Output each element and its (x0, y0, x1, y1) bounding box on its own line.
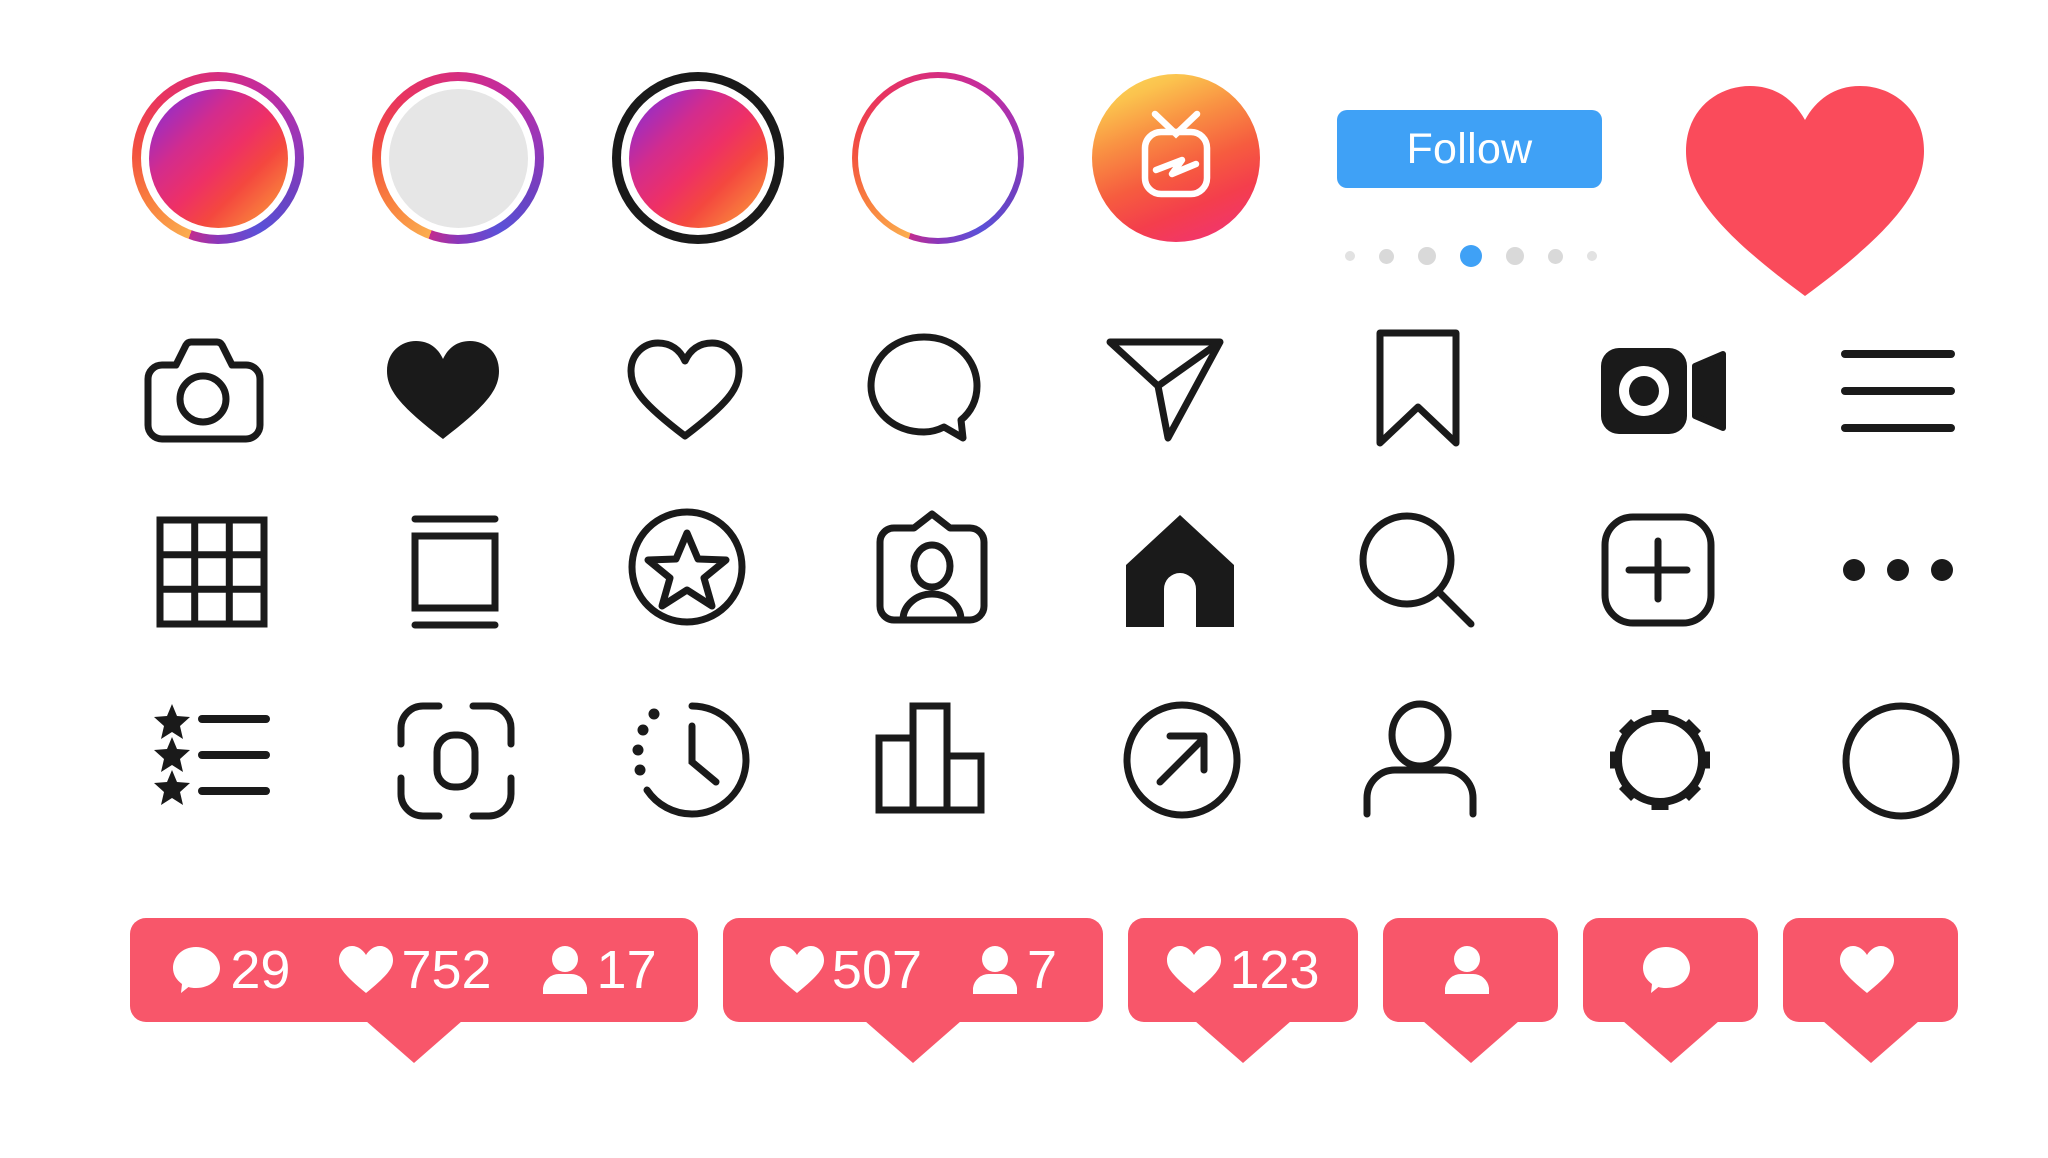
pagination-dot[interactable] (1506, 247, 1524, 265)
badge-group-follower (1442, 944, 1499, 996)
person-icon[interactable] (1358, 700, 1482, 818)
heart-filled-glyph (1686, 86, 1924, 296)
story-ring-gap (621, 81, 775, 235)
story-ring-gap (381, 81, 535, 235)
avatar (388, 88, 528, 228)
pagination-dot[interactable] (1379, 248, 1394, 264)
badge-group-followers: 17 (540, 943, 657, 997)
badge-count: 507 (831, 940, 923, 1000)
story-ring-gap (858, 78, 1018, 238)
video-camera-icon[interactable] (1598, 345, 1728, 437)
pagination-dot-active[interactable] (1460, 245, 1482, 267)
heart-icon (1167, 946, 1222, 993)
pagination-dot[interactable] (1587, 251, 1597, 261)
clock-history-icon[interactable] (630, 698, 754, 822)
person-icon (973, 946, 1018, 994)
story-avatar-seen-black-ring[interactable] (612, 72, 784, 244)
ellipsis-icon[interactable] (1838, 550, 1958, 590)
story-avatar-gradient-unseen[interactable] (132, 72, 304, 244)
pagination-dots[interactable] (1340, 245, 1602, 267)
comment-icon (173, 947, 221, 993)
bookmark-icon[interactable] (1368, 328, 1468, 448)
arrow-circle-icon[interactable] (1120, 698, 1244, 822)
star-list-icon[interactable] (152, 700, 272, 812)
badge-group-followers: 7 (970, 943, 1057, 997)
badge-count: 7 (1027, 940, 1058, 1000)
badge-count: 752 (401, 940, 492, 1000)
badge-tail (1622, 1021, 1719, 1063)
badge-tail (1422, 1021, 1519, 1063)
gear-icon[interactable] (1600, 700, 1720, 820)
comment-icon[interactable] (865, 332, 985, 444)
badge-tail (1195, 1021, 1291, 1063)
badge-group-comments: 29 (171, 943, 290, 997)
tagged-photos-icon[interactable] (872, 508, 992, 628)
avatar (148, 88, 288, 228)
pagination-dot[interactable] (1418, 247, 1436, 265)
heart-icon (769, 946, 824, 993)
badge-count: 29 (230, 940, 291, 1000)
carousel-icon[interactable] (400, 512, 510, 632)
story-ring-gap (141, 81, 295, 235)
badge-follower-empty[interactable] (1383, 918, 1558, 1063)
heart-icon (1840, 946, 1894, 993)
hamburger-menu-icon[interactable] (1838, 348, 1958, 434)
camera-icon[interactable] (143, 335, 264, 445)
heart-outline-icon[interactable] (625, 338, 745, 442)
person-icon (1445, 946, 1489, 994)
igtv-icon[interactable] (1092, 74, 1260, 242)
big-heart-icon[interactable] (1680, 78, 1930, 303)
comment-icon (1643, 947, 1690, 993)
avatar (868, 88, 1008, 228)
plus-box-icon[interactable] (1598, 510, 1718, 630)
heart-filled-icon[interactable] (383, 338, 503, 442)
badge-likes[interactable]: 123 (1128, 918, 1358, 1063)
badge-group-comment (1641, 944, 1700, 996)
circle-icon[interactable] (1840, 700, 1962, 822)
badge-count: 123 (1229, 940, 1320, 1000)
nametag-scan-icon[interactable] (395, 700, 517, 822)
star-circle-icon[interactable] (625, 505, 749, 629)
grid-icon[interactable] (152, 512, 272, 632)
badge-tail (865, 1021, 961, 1063)
badge-group-likes: 507 (769, 943, 922, 997)
badge-group-likes: 752 (338, 940, 492, 1000)
badge-group-likes: 123 (1166, 940, 1320, 1000)
heart-icon (339, 946, 394, 993)
story-avatar-empty[interactable] (852, 72, 1024, 244)
pagination-dot[interactable] (1548, 248, 1563, 264)
badge-group-like (1839, 945, 1902, 995)
pagination-dot[interactable] (1345, 251, 1355, 261)
person-icon (542, 946, 587, 994)
igtv-glyph (1141, 110, 1211, 198)
send-icon[interactable] (1105, 336, 1225, 444)
search-icon[interactable] (1355, 510, 1479, 632)
story-avatar-grey-placeholder[interactable] (372, 72, 544, 244)
follow-button[interactable]: Follow (1337, 110, 1602, 188)
badge-like-empty[interactable] (1783, 918, 1958, 1063)
badge-likes-followers[interactable]: 507 7 (723, 918, 1103, 1063)
bar-chart-icon[interactable] (872, 700, 994, 816)
badge-tail (366, 1021, 462, 1063)
badge-comment-empty[interactable] (1583, 918, 1758, 1063)
badge-count: 17 (596, 940, 657, 1000)
badge-tail (1822, 1021, 1919, 1063)
avatar (628, 88, 768, 228)
home-icon[interactable] (1120, 512, 1240, 630)
icon-set-canvas: Follow 29 752 17 507 7 123 (0, 0, 2048, 1158)
badge-comments-likes-followers[interactable]: 29 752 17 (130, 918, 698, 1063)
